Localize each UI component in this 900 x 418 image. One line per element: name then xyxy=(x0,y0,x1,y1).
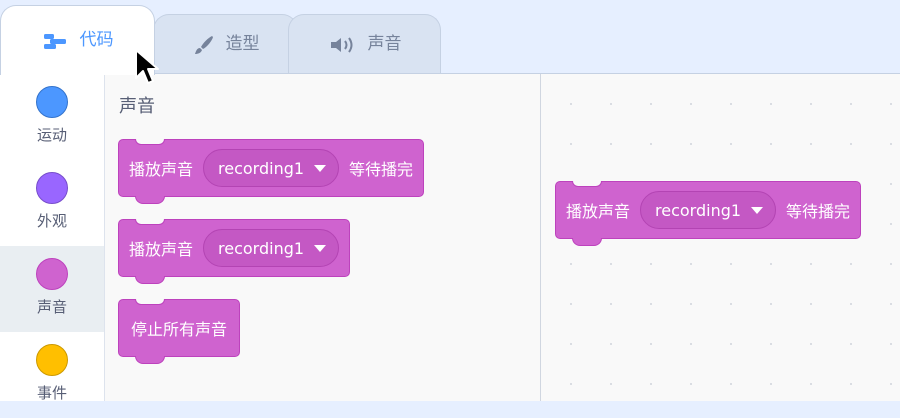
category-looks-label: 外观 xyxy=(36,212,67,230)
block-text: 播放声音 xyxy=(129,240,194,259)
block-suffix-text: 等待播完 xyxy=(786,202,851,221)
motion-color-dot xyxy=(36,86,68,118)
tab-code-label: 代码 xyxy=(79,30,114,50)
tab-sounds[interactable]: 声音 xyxy=(288,14,441,74)
sound-dropdown-value: recording1 xyxy=(218,238,305,258)
code-icon xyxy=(42,31,70,51)
script-workspace[interactable]: 播放声音 recording1 等待播完 xyxy=(541,74,900,401)
workspace-block-play-sound-until-done[interactable]: 播放声音 recording1 等待播完 xyxy=(555,181,862,246)
caret-down-icon xyxy=(751,206,764,214)
sound-color-dot xyxy=(36,258,68,290)
category-motion-label: 运动 xyxy=(36,126,67,144)
category-looks[interactable]: 外观 xyxy=(0,160,104,246)
sound-dropdown-value: recording1 xyxy=(655,200,742,220)
tab-sounds-label: 声音 xyxy=(367,34,402,54)
block-play-sound[interactable]: 播放声音 recording1 xyxy=(118,219,351,284)
block-text: 停止所有声音 xyxy=(131,320,228,339)
category-motion[interactable]: 运动 xyxy=(0,74,104,160)
paintbrush-icon xyxy=(192,33,216,57)
caret-down-icon xyxy=(314,164,327,172)
caret-down-icon xyxy=(314,244,327,252)
sound-dropdown[interactable]: recording1 xyxy=(203,229,340,267)
block-suffix-text: 等待播完 xyxy=(349,160,414,179)
block-text: 播放声音 xyxy=(129,160,194,179)
sound-dropdown[interactable]: recording1 xyxy=(203,149,340,187)
palette-section-title: 声音 xyxy=(119,96,155,117)
category-events[interactable]: 事件 xyxy=(0,332,104,418)
speaker-icon xyxy=(328,34,358,56)
tab-code[interactable]: 代码 xyxy=(0,5,155,75)
tab-costumes[interactable]: 造型 xyxy=(153,14,298,74)
tab-costumes-label: 造型 xyxy=(225,34,260,54)
mouse-cursor-icon xyxy=(134,48,162,92)
code-editor-area: 运动 外观 声音 事件 声音 播放声音 recording1 等待播完 播放声音 xyxy=(0,73,900,402)
sound-dropdown-value: recording1 xyxy=(218,158,305,178)
block-palette: 声音 播放声音 recording1 等待播完 播放声音 recording1 … xyxy=(105,74,541,401)
sound-dropdown[interactable]: recording1 xyxy=(640,191,777,229)
category-menu: 运动 外观 声音 事件 xyxy=(0,74,105,402)
category-sound-label: 声音 xyxy=(36,298,67,316)
block-stop-all-sounds[interactable]: 停止所有声音 xyxy=(118,299,241,364)
block-play-sound-until-done[interactable]: 播放声音 recording1 等待播完 xyxy=(118,139,425,204)
looks-color-dot xyxy=(36,172,68,204)
category-sound[interactable]: 声音 xyxy=(0,246,104,332)
block-text: 播放声音 xyxy=(566,202,631,221)
events-color-dot xyxy=(36,344,68,376)
